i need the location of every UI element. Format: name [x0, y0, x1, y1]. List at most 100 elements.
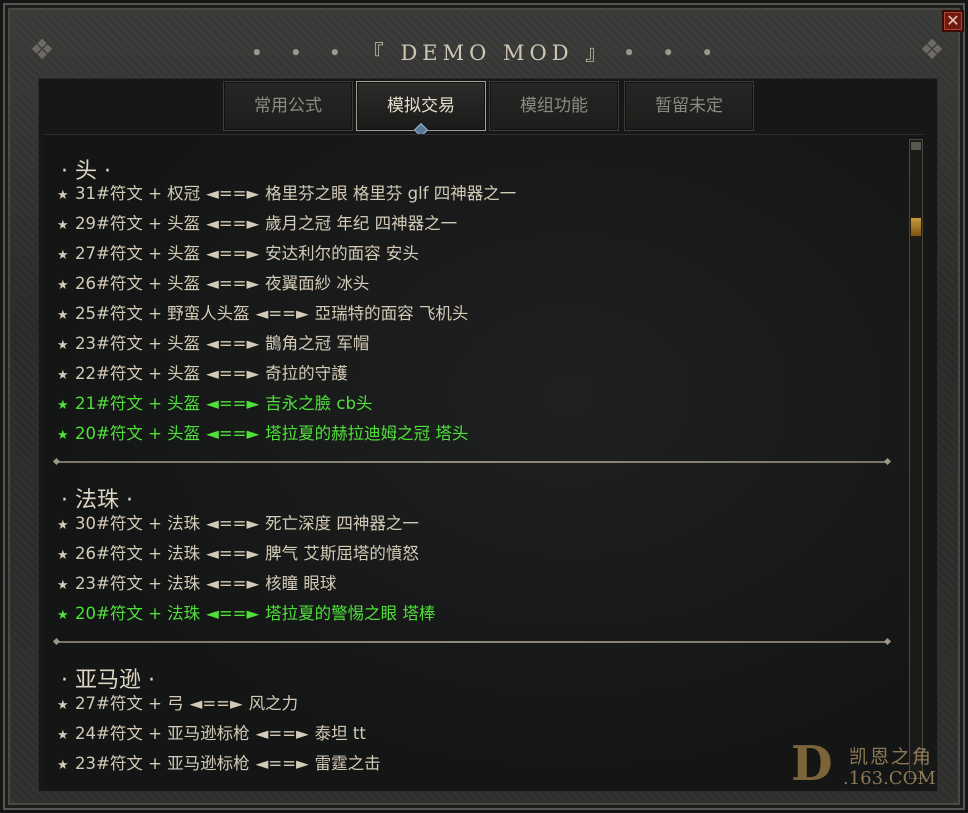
recipe-input: 25#符文 + 野蛮人头盔	[75, 304, 250, 323]
star-icon: ★	[57, 308, 69, 323]
exchange-arrow-icon: ◄==►	[206, 604, 260, 623]
close-icon: ✕	[946, 11, 960, 30]
list-item[interactable]: ★ 22#符文 + 头盔 ◄==► 奇拉的守護	[57, 361, 348, 387]
list-item[interactable]: ★ 31#符文 + 权冠 ◄==► 格里芬之眼 格里芬 glf 四神器之一	[57, 181, 516, 207]
recipe-input: 30#符文 + 法珠	[75, 514, 201, 533]
recipe-result: 风之力	[248, 694, 299, 713]
star-icon: ★	[57, 338, 69, 353]
star-icon: ★	[57, 398, 69, 413]
watermark-d-icon: D	[791, 736, 833, 792]
list-item[interactable]: ★ 29#符文 + 头盔 ◄==► 歲月之冠 年纪 四神器之一	[57, 211, 457, 237]
recipe-input: 20#符文 + 法珠	[75, 604, 201, 623]
list-item[interactable]: ★ 27#符文 + 弓 ◄==► 风之力	[57, 691, 298, 717]
exchange-arrow-icon: ◄==►	[255, 304, 309, 323]
window-title: • • • 『 DEMO MOD 』 • • •	[233, 33, 741, 73]
list-item[interactable]: ★ 26#符文 + 头盔 ◄==► 夜翼面紗 冰头	[57, 271, 369, 297]
recipe-input: 23#符文 + 头盔	[75, 334, 201, 353]
list-item[interactable]: ★ 23#符文 + 头盔 ◄==► 鵲角之冠 军帽	[57, 331, 369, 357]
main-panel: 常用公式 模拟交易 模组功能 暂留未定 · 头 · ★ 31#符文 + 权冠 ◄==…	[38, 78, 938, 792]
star-icon: ★	[57, 368, 69, 383]
exchange-arrow-icon: ◄==►	[206, 424, 260, 443]
corner-ornament-icon: ❖	[919, 33, 945, 66]
exchange-arrow-icon: ◄==►	[206, 274, 260, 293]
recipe-result: 雷霆之击	[314, 754, 381, 773]
scroll-up-cap	[911, 142, 921, 150]
recipe-result: 吉永之臉 cb头	[265, 394, 373, 413]
recipe-result: 鵲角之冠 军帽	[265, 334, 370, 353]
exchange-arrow-icon: ◄==►	[206, 544, 260, 563]
watermark-logo: D 凯恩之角 .163.COM	[791, 736, 951, 796]
corner-ornament-icon: ❖	[29, 33, 55, 66]
exchange-arrow-icon: ◄==►	[206, 214, 260, 233]
recipe-result: 泰坦 tt	[314, 724, 366, 743]
recipe-input: 26#符文 + 头盔	[75, 274, 201, 293]
tab-label: 暂留未定	[655, 96, 723, 116]
recipe-input: 27#符文 + 头盔	[75, 244, 201, 263]
recipe-result: 塔拉夏的赫拉迪姆之冠 塔头	[265, 424, 469, 443]
recipe-result: 死亡深度 四神器之一	[265, 514, 419, 533]
tab-common-formulas[interactable]: 常用公式	[223, 81, 353, 131]
recipe-result: 塔拉夏的警惕之眼 塔棒	[265, 604, 436, 623]
star-icon: ★	[57, 578, 69, 593]
recipe-input: 24#符文 + 亚马逊标枪	[75, 724, 250, 743]
close-button[interactable]: ✕	[942, 10, 964, 32]
list-item[interactable]: ★ 27#符文 + 头盔 ◄==► 安达利尔的面容 安头	[57, 241, 419, 267]
list-item[interactable]: ★ 20#符文 + 法珠 ◄==► 塔拉夏的警惕之眼 塔棒	[57, 601, 435, 627]
watermark-text-cn: 凯恩之角	[849, 746, 934, 768]
exchange-arrow-icon: ◄==►	[189, 694, 243, 713]
star-icon: ★	[57, 608, 69, 623]
star-icon: ★	[57, 188, 69, 203]
star-icon: ★	[57, 218, 69, 233]
exchange-arrow-icon: ◄==►	[206, 244, 260, 263]
list-item[interactable]: ★ 23#符文 + 亚马逊标枪 ◄==► 雷霆之击	[57, 751, 381, 777]
recipe-input: 23#符文 + 法珠	[75, 574, 201, 593]
section-title-amazon: · 亚马逊 ·	[61, 668, 155, 693]
list-item[interactable]: ★ 26#符文 + 法珠 ◄==► 脾气 艾斯屈塔的憤怒	[57, 541, 419, 567]
list-item[interactable]: ★ 30#符文 + 法珠 ◄==► 死亡深度 四神器之一	[57, 511, 419, 537]
tab-mod-features[interactable]: 模组功能	[489, 81, 619, 131]
exchange-arrow-icon: ◄==►	[206, 514, 260, 533]
list-item[interactable]: ★ 20#符文 + 头盔 ◄==► 塔拉夏的赫拉迪姆之冠 塔头	[57, 421, 468, 447]
list-item[interactable]: ★ 21#符文 + 头盔 ◄==► 吉永之臉 cb头	[57, 391, 372, 417]
tab-label: 模组功能	[520, 96, 588, 116]
star-icon: ★	[57, 248, 69, 263]
recipe-result: 歲月之冠 年纪 四神器之一	[265, 214, 458, 233]
recipe-input: 23#符文 + 亚马逊标枪	[75, 754, 250, 773]
tab-simulated-trade[interactable]: 模拟交易	[356, 81, 486, 138]
list-item[interactable]: ★ 24#符文 + 亚马逊标枪 ◄==► 泰坦 tt	[57, 721, 366, 747]
title-text: 『 DEMO MOD 』	[362, 41, 612, 65]
recipe-result: 脾气 艾斯屈塔的憤怒	[265, 544, 419, 563]
list-item[interactable]: ★ 23#符文 + 法珠 ◄==► 核瞳 眼球	[57, 571, 336, 597]
tab-reserved[interactable]: 暂留未定	[624, 81, 754, 131]
recipe-input: 21#符文 + 头盔	[75, 394, 201, 413]
star-icon: ★	[57, 518, 69, 533]
recipe-result: 核瞳 眼球	[265, 574, 337, 593]
star-icon: ★	[57, 428, 69, 443]
recipe-input: 27#符文 + 弓	[75, 694, 184, 713]
mod-window: ❖ ❖ • • • 『 DEMO MOD 』 • • • ✕ 常用公式 模拟交易…	[0, 0, 968, 813]
scrollbar[interactable]	[909, 139, 923, 779]
trade-list[interactable]: · 头 · ★ 31#符文 + 权冠 ◄==► 格里芬之眼 格里芬 glf 四神器之一…	[43, 134, 923, 787]
list-item[interactable]: ★ 25#符文 + 野蛮人头盔 ◄==► 亞瑞特的面容 飞机头	[57, 301, 468, 327]
star-icon: ★	[57, 758, 69, 773]
exchange-arrow-icon: ◄==►	[206, 334, 260, 353]
star-icon: ★	[57, 278, 69, 293]
recipe-input: 29#符文 + 头盔	[75, 214, 201, 233]
recipe-input: 26#符文 + 法珠	[75, 544, 201, 563]
recipe-result: 亞瑞特的面容 飞机头	[314, 304, 469, 323]
exchange-arrow-icon: ◄==►	[206, 364, 260, 383]
recipe-result: 奇拉的守護	[265, 364, 348, 383]
section-divider	[57, 641, 887, 643]
section-divider	[57, 461, 887, 463]
scroll-thumb[interactable]	[910, 217, 922, 237]
title-dots-left: • • •	[250, 41, 352, 65]
watermark-text-en: .163.COM	[843, 768, 936, 789]
recipe-input: 22#符文 + 头盔	[75, 364, 201, 383]
exchange-arrow-icon: ◄==►	[255, 724, 309, 743]
exchange-arrow-icon: ◄==►	[206, 184, 260, 203]
recipe-result: 安达利尔的面容 安头	[265, 244, 419, 263]
recipe-result: 夜翼面紗 冰头	[265, 274, 370, 293]
star-icon: ★	[57, 548, 69, 563]
exchange-arrow-icon: ◄==►	[255, 754, 309, 773]
recipe-result: 格里芬之眼 格里芬 glf 四神器之一	[265, 184, 517, 203]
